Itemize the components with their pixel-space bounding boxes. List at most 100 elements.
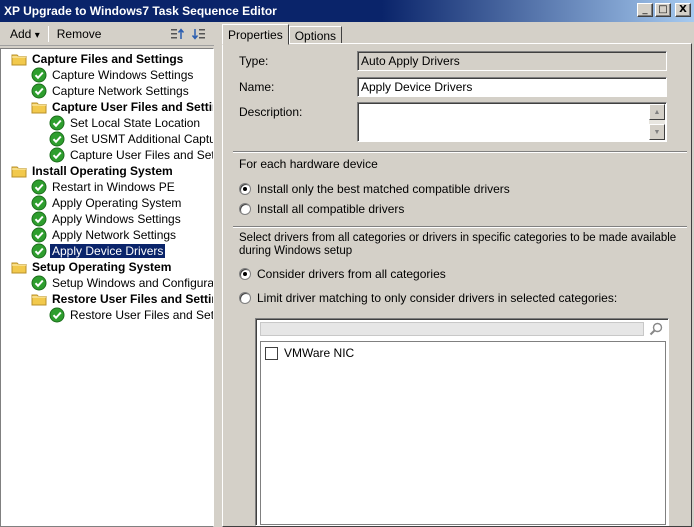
toolbar-separator <box>47 25 49 42</box>
tree-item-label: Apply Network Settings <box>52 228 177 242</box>
maximize-button[interactable]: □ <box>655 3 671 17</box>
check-circle-icon <box>31 179 47 195</box>
add-label: Add <box>10 26 32 41</box>
categories-heading-line2: during Windows setup <box>239 245 353 257</box>
tree-item-label: Apply Windows Settings <box>52 212 181 226</box>
title-bar: XP Upgrade to Windows7 Task Sequence Edi… <box>0 0 694 22</box>
category-search-input[interactable] <box>260 322 644 336</box>
tree-step[interactable]: Apply Windows Settings <box>31 211 183 227</box>
right-pane: Properties Options Type: Auto Apply Driv… <box>220 22 694 527</box>
tree-item-label: Restore User Files and Settings <box>70 308 214 322</box>
tree-group[interactable]: Restore User Files and Settings <box>31 291 213 307</box>
window-controls: _ □ X <box>637 3 691 17</box>
scroll-up-icon[interactable]: ▲ <box>649 104 665 120</box>
tab-strip: Properties Options <box>222 24 343 45</box>
tree-group[interactable]: Install Operating System <box>11 163 175 179</box>
tree-step[interactable]: Capture User Files and Settings <box>49 147 213 163</box>
tree-item-label: Capture Windows Settings <box>52 68 194 82</box>
tree-step[interactable]: Set USMT Additional Capture Options <box>49 131 213 147</box>
folder-icon <box>31 99 47 115</box>
description-scrollbar[interactable]: ▲ ▼ <box>649 104 665 140</box>
divider <box>233 151 687 153</box>
radio-button-selected <box>239 268 251 280</box>
type-label: Type: <box>239 54 269 68</box>
add-button[interactable]: Add ▾ <box>4 25 46 43</box>
hardware-heading: For each hardware device <box>239 157 378 171</box>
tree-group[interactable]: Capture Files and Settings <box>11 51 185 67</box>
name-label: Name: <box>239 80 275 94</box>
radio-install-best-label: Install only the best matched compatible… <box>257 182 510 196</box>
remove-button[interactable]: Remove <box>51 25 108 43</box>
name-field[interactable]: Apply Device Drivers <box>357 77 667 97</box>
tree-group[interactable]: Setup Operating System <box>11 259 173 275</box>
tree-item-label: Capture Network Settings <box>52 84 189 98</box>
category-list[interactable]: VMWare NIC <box>260 341 666 525</box>
tree-item-label: Capture Files and Settings <box>32 52 184 66</box>
tree-item-label: Setup Operating System <box>32 260 172 274</box>
tree-step[interactable]: Capture Network Settings <box>31 83 191 99</box>
tree-step[interactable]: Restart in Windows PE <box>31 179 177 195</box>
tree-item-label: Capture User Files and Settings <box>70 148 213 162</box>
dropdown-arrow-icon: ▾ <box>34 29 40 41</box>
category-filter-box: VMWare NIC <box>255 318 669 526</box>
properties-panel: Type: Auto Apply Drivers Name: Apply Dev… <box>222 43 692 527</box>
tree-item-label: Apply Device Drivers <box>50 244 166 258</box>
left-pane: Add ▾ Remove Capture Files and Settings C… <box>0 22 214 527</box>
tree-step[interactable]: Apply Operating System <box>31 195 183 211</box>
folder-icon <box>11 163 27 179</box>
minimize-button[interactable]: _ <box>637 3 653 17</box>
check-circle-icon <box>31 195 47 211</box>
tree-step[interactable]: Apply Device Drivers <box>31 243 166 259</box>
radio-install-all-label: Install all compatible drivers <box>257 202 405 216</box>
radio-consider-all[interactable]: Consider drivers from all categories <box>239 267 446 281</box>
radio-button <box>239 292 251 304</box>
radio-install-all[interactable]: Install all compatible drivers <box>239 202 404 216</box>
tab-properties[interactable]: Properties <box>222 24 289 45</box>
tree-step[interactable]: Restore User Files and Settings <box>49 307 214 323</box>
tree-item-label: Restart in Windows PE <box>52 180 175 194</box>
radio-limit-categories-label: Limit driver matching to only consider d… <box>257 291 618 305</box>
check-circle-icon <box>49 307 65 323</box>
radio-limit-categories[interactable]: Limit driver matching to only consider d… <box>239 291 617 305</box>
check-circle-icon <box>31 83 47 99</box>
radio-install-best[interactable]: Install only the best matched compatible… <box>239 182 510 196</box>
tree-step[interactable]: Setup Windows and Configuration Manager <box>31 275 214 291</box>
tree-item-label: Capture User Files and Settings <box>52 100 213 114</box>
type-field: Auto Apply Drivers <box>357 51 667 71</box>
radio-button-selected <box>239 183 251 195</box>
divider <box>233 226 687 228</box>
tree-step[interactable]: Apply Network Settings <box>31 227 178 243</box>
check-circle-icon <box>31 67 47 83</box>
tree-item-label: Install Operating System <box>32 164 173 178</box>
tree-toolbar: Add ▾ Remove <box>0 22 214 46</box>
tree-step[interactable]: Capture Windows Settings <box>31 67 195 83</box>
window-title: XP Upgrade to Windows7 Task Sequence Edi… <box>4 4 277 18</box>
minimize-icon: _ <box>642 4 648 15</box>
tree-item-label: Set Local State Location <box>70 116 201 130</box>
check-circle-icon <box>31 211 47 227</box>
check-circle-icon <box>31 227 47 243</box>
tree-step[interactable]: Set Local State Location <box>49 115 202 131</box>
close-button[interactable]: X <box>675 3 691 17</box>
checkbox[interactable] <box>265 346 278 360</box>
move-down-icon[interactable] <box>190 26 208 42</box>
check-circle-icon <box>31 243 47 259</box>
close-icon: X <box>679 4 687 15</box>
maximize-icon: □ <box>658 4 668 15</box>
description-field[interactable]: ▲ ▼ <box>357 102 667 142</box>
folder-icon <box>11 259 27 275</box>
tree-item-label: Setup Windows and Configuration Manager <box>52 276 214 290</box>
radio-button <box>239 203 251 215</box>
scroll-down-icon[interactable]: ▼ <box>649 124 665 140</box>
check-circle-icon <box>31 275 47 291</box>
check-circle-icon <box>49 147 65 163</box>
category-item[interactable]: VMWare NIC <box>265 346 354 360</box>
task-sequence-tree[interactable]: Capture Files and Settings Capture Window… <box>0 48 214 527</box>
tree-group[interactable]: Capture User Files and Settings <box>31 99 213 115</box>
check-circle-icon <box>49 115 65 131</box>
tree-item-label: Restore User Files and Settings <box>52 292 213 306</box>
description-label: Description: <box>239 105 303 119</box>
move-up-icon[interactable] <box>168 26 186 42</box>
tree-item-label: Apply Operating System <box>52 196 182 210</box>
search-icon[interactable] <box>648 321 664 340</box>
